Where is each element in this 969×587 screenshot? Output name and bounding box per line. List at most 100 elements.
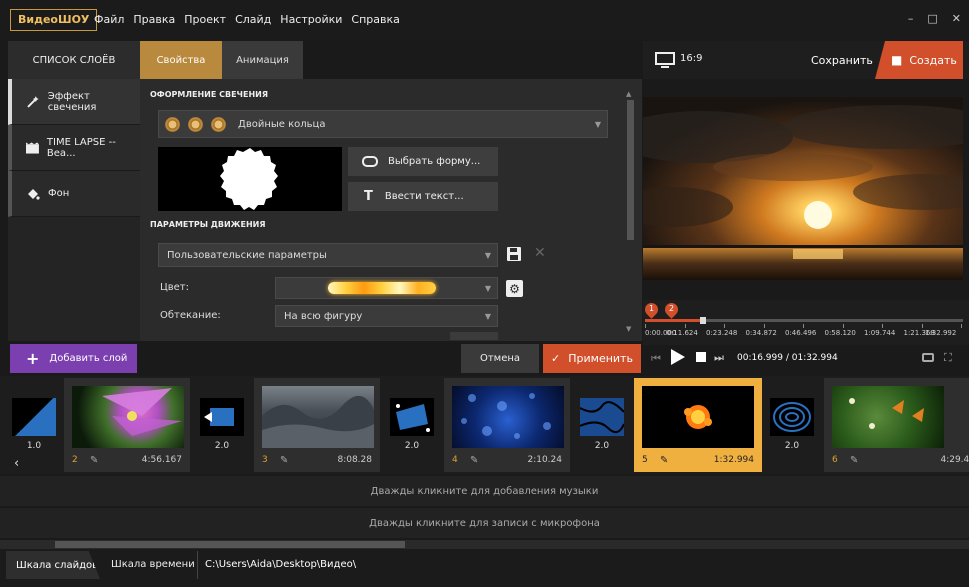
slide-duration: 4:29.48 <box>940 455 969 465</box>
slide-thumb <box>72 386 184 448</box>
save-preset-icon[interactable] <box>506 246 522 262</box>
layer-item-background[interactable]: Фон <box>8 171 140 217</box>
ruler-tick <box>961 324 962 328</box>
maximize-button[interactable]: □ <box>927 12 937 25</box>
slide-item[interactable]: 6 ✎ 4:29.48 <box>824 378 969 472</box>
monitor-stand <box>661 66 669 68</box>
pencil-icon[interactable]: ✎ <box>280 455 288 466</box>
scroll-down-icon[interactable]: ▼ <box>626 325 631 333</box>
tab-properties[interactable]: Свойства <box>140 41 222 85</box>
ring-icon <box>188 116 203 132</box>
slide-item[interactable]: 4 ✎ 2:10.24 <box>444 378 570 472</box>
tab-layers-list[interactable]: СПИСОК СЛОЁВ <box>8 41 140 79</box>
fullscreen-icon[interactable]: ⛶ <box>944 351 952 365</box>
chevron-down-icon: ▼ <box>484 283 491 293</box>
transition-item[interactable]: 1.0 <box>12 398 56 460</box>
ruler-tick <box>684 324 686 328</box>
ruler-tick-label: 0:46.496 <box>785 329 817 337</box>
plus-icon: + <box>26 349 40 368</box>
camera-icon[interactable] <box>922 353 934 362</box>
slide-thumb <box>452 386 564 448</box>
skip-back-icon[interactable]: ⏮ <box>651 352 661 366</box>
play-icon[interactable] <box>671 349 685 365</box>
divider <box>197 551 198 579</box>
scroll-up-icon[interactable]: ▲ <box>626 90 631 98</box>
skip-forward-icon[interactable]: ⏭ <box>714 351 724 365</box>
ruler-tick <box>921 324 923 328</box>
music-track[interactable]: Дважды кликните для добавления музыки <box>0 476 969 506</box>
create-button[interactable]: ■ Создать <box>875 41 963 79</box>
video-preview <box>643 97 963 280</box>
slide-item-selected[interactable]: 5 ✎ 1:32.994 <box>634 378 762 472</box>
gear-icon[interactable]: ⚙ <box>506 280 523 297</box>
marker-label: 2 <box>669 304 675 313</box>
ruler-tick <box>645 324 646 328</box>
apply-button[interactable]: ✓ Применить <box>543 344 641 373</box>
tab-animation[interactable]: Анимация <box>222 41 303 79</box>
apply-label: Применить <box>568 352 633 365</box>
menu-bar: Файл Правка Проект Слайд Настройки Справ… <box>94 13 400 26</box>
wrap-value: На всю фигуру <box>284 310 363 322</box>
cancel-button[interactable]: Отмена <box>461 344 539 373</box>
time-readout: 00:16.999 / 01:32.994 <box>737 353 838 363</box>
add-layer-button[interactable]: + Добавить слой <box>10 344 137 373</box>
timeline-scroll-thumb[interactable] <box>55 541 405 548</box>
mic-track[interactable]: Дважды кликните для записи с микрофона <box>0 508 969 538</box>
slide-item[interactable]: 2 ✎ 4:56.167 <box>64 378 190 472</box>
partial-dropdown[interactable] <box>450 332 498 340</box>
transition-item[interactable]: 2.0 <box>390 398 434 460</box>
glow-shape-preview <box>158 147 342 211</box>
enter-text-label: Ввести текст... <box>384 191 464 202</box>
menu-file[interactable]: Файл <box>94 13 124 26</box>
menu-slide[interactable]: Слайд <box>235 13 271 26</box>
wrap-dropdown[interactable]: На всю фигуру ▼ <box>275 305 498 327</box>
ruler-tick <box>763 324 765 328</box>
slide-item[interactable]: 3 ✎ 8:08.28 <box>254 378 380 472</box>
glow-style-dropdown[interactable]: Двойные кольца ▼ <box>158 110 608 138</box>
stop-icon[interactable] <box>696 352 706 362</box>
pencil-icon[interactable]: ✎ <box>660 455 668 466</box>
pencil-icon[interactable]: ✎ <box>90 455 98 466</box>
check-icon: ✓ <box>551 352 561 365</box>
transition-item[interactable]: 2.0 <box>200 398 244 460</box>
menu-project[interactable]: Проект <box>184 13 226 26</box>
seek-progress <box>645 319 704 322</box>
magic-wand-icon <box>27 95 39 108</box>
motion-preset-dropdown[interactable]: Пользовательские параметры ▼ <box>158 243 498 267</box>
slide-number: 6 <box>832 455 838 465</box>
menu-edit[interactable]: Правка <box>133 13 175 26</box>
slide-thumb <box>832 386 944 448</box>
minimize-button[interactable]: – <box>908 12 914 25</box>
enter-text-button[interactable]: T Ввести текст... <box>348 182 498 211</box>
color-dropdown[interactable]: ▼ <box>275 277 498 299</box>
tab-timeline[interactable]: Шкала времени <box>111 559 195 570</box>
transition-item[interactable]: 2.0 <box>770 398 814 460</box>
pencil-icon[interactable]: ✎ <box>850 455 858 466</box>
menu-settings[interactable]: Настройки <box>280 13 342 26</box>
aspect-ratio[interactable]: 16:9 <box>680 53 702 64</box>
current-time: 00:16.999 <box>737 353 783 363</box>
menu-help[interactable]: Справка <box>351 13 399 26</box>
layer-item-video[interactable]: TIME LAPSE -- Bea... <box>8 125 140 171</box>
choose-shape-button[interactable]: Выбрать форму... <box>348 147 498 176</box>
transition-thumb <box>770 398 814 436</box>
close-button[interactable]: ✕ <box>952 12 961 25</box>
slide-duration: 4:56.167 <box>141 455 182 465</box>
slide-thumb <box>642 386 754 448</box>
window-controls: – □ ✕ <box>908 12 961 25</box>
motion-section-title: ПАРАМЕТРЫ ДВИЖЕНИЯ <box>150 220 266 229</box>
transition-duration: 2.0 <box>404 441 420 451</box>
layer-label: Фон <box>48 188 70 199</box>
pencil-icon[interactable]: ✎ <box>470 455 478 466</box>
project-path: C:\Users\Aida\Desktop\Видео\ <box>205 559 357 570</box>
tab-slides-strip[interactable]: Шкала слайдов <box>6 551 100 579</box>
transition-item[interactable]: 2.0 <box>580 398 624 460</box>
properties-scrollbar[interactable] <box>627 100 634 240</box>
ruler-tick-label: 0:34.872 <box>745 329 777 337</box>
total-time: 01:32.994 <box>791 353 838 363</box>
seek-handle[interactable] <box>700 317 707 324</box>
layer-item-glow[interactable]: Эффект свечения <box>8 79 140 125</box>
video-camera-icon: ■ <box>891 53 903 67</box>
save-button[interactable]: Сохранить <box>811 54 873 67</box>
delete-preset-icon[interactable]: ✕ <box>534 245 546 261</box>
